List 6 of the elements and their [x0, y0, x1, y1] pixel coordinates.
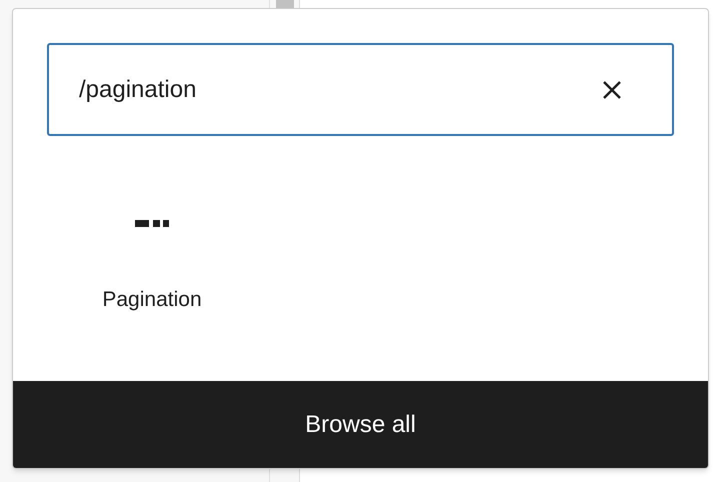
search-input[interactable]: /pagination — [79, 72, 602, 108]
close-icon[interactable] — [602, 80, 622, 100]
pagination-icon — [135, 220, 169, 228]
block-option[interactable]: Pagination — [69, 220, 235, 381]
browse-all-button[interactable]: Browse all — [13, 381, 708, 468]
search-field[interactable]: /pagination — [47, 43, 674, 136]
